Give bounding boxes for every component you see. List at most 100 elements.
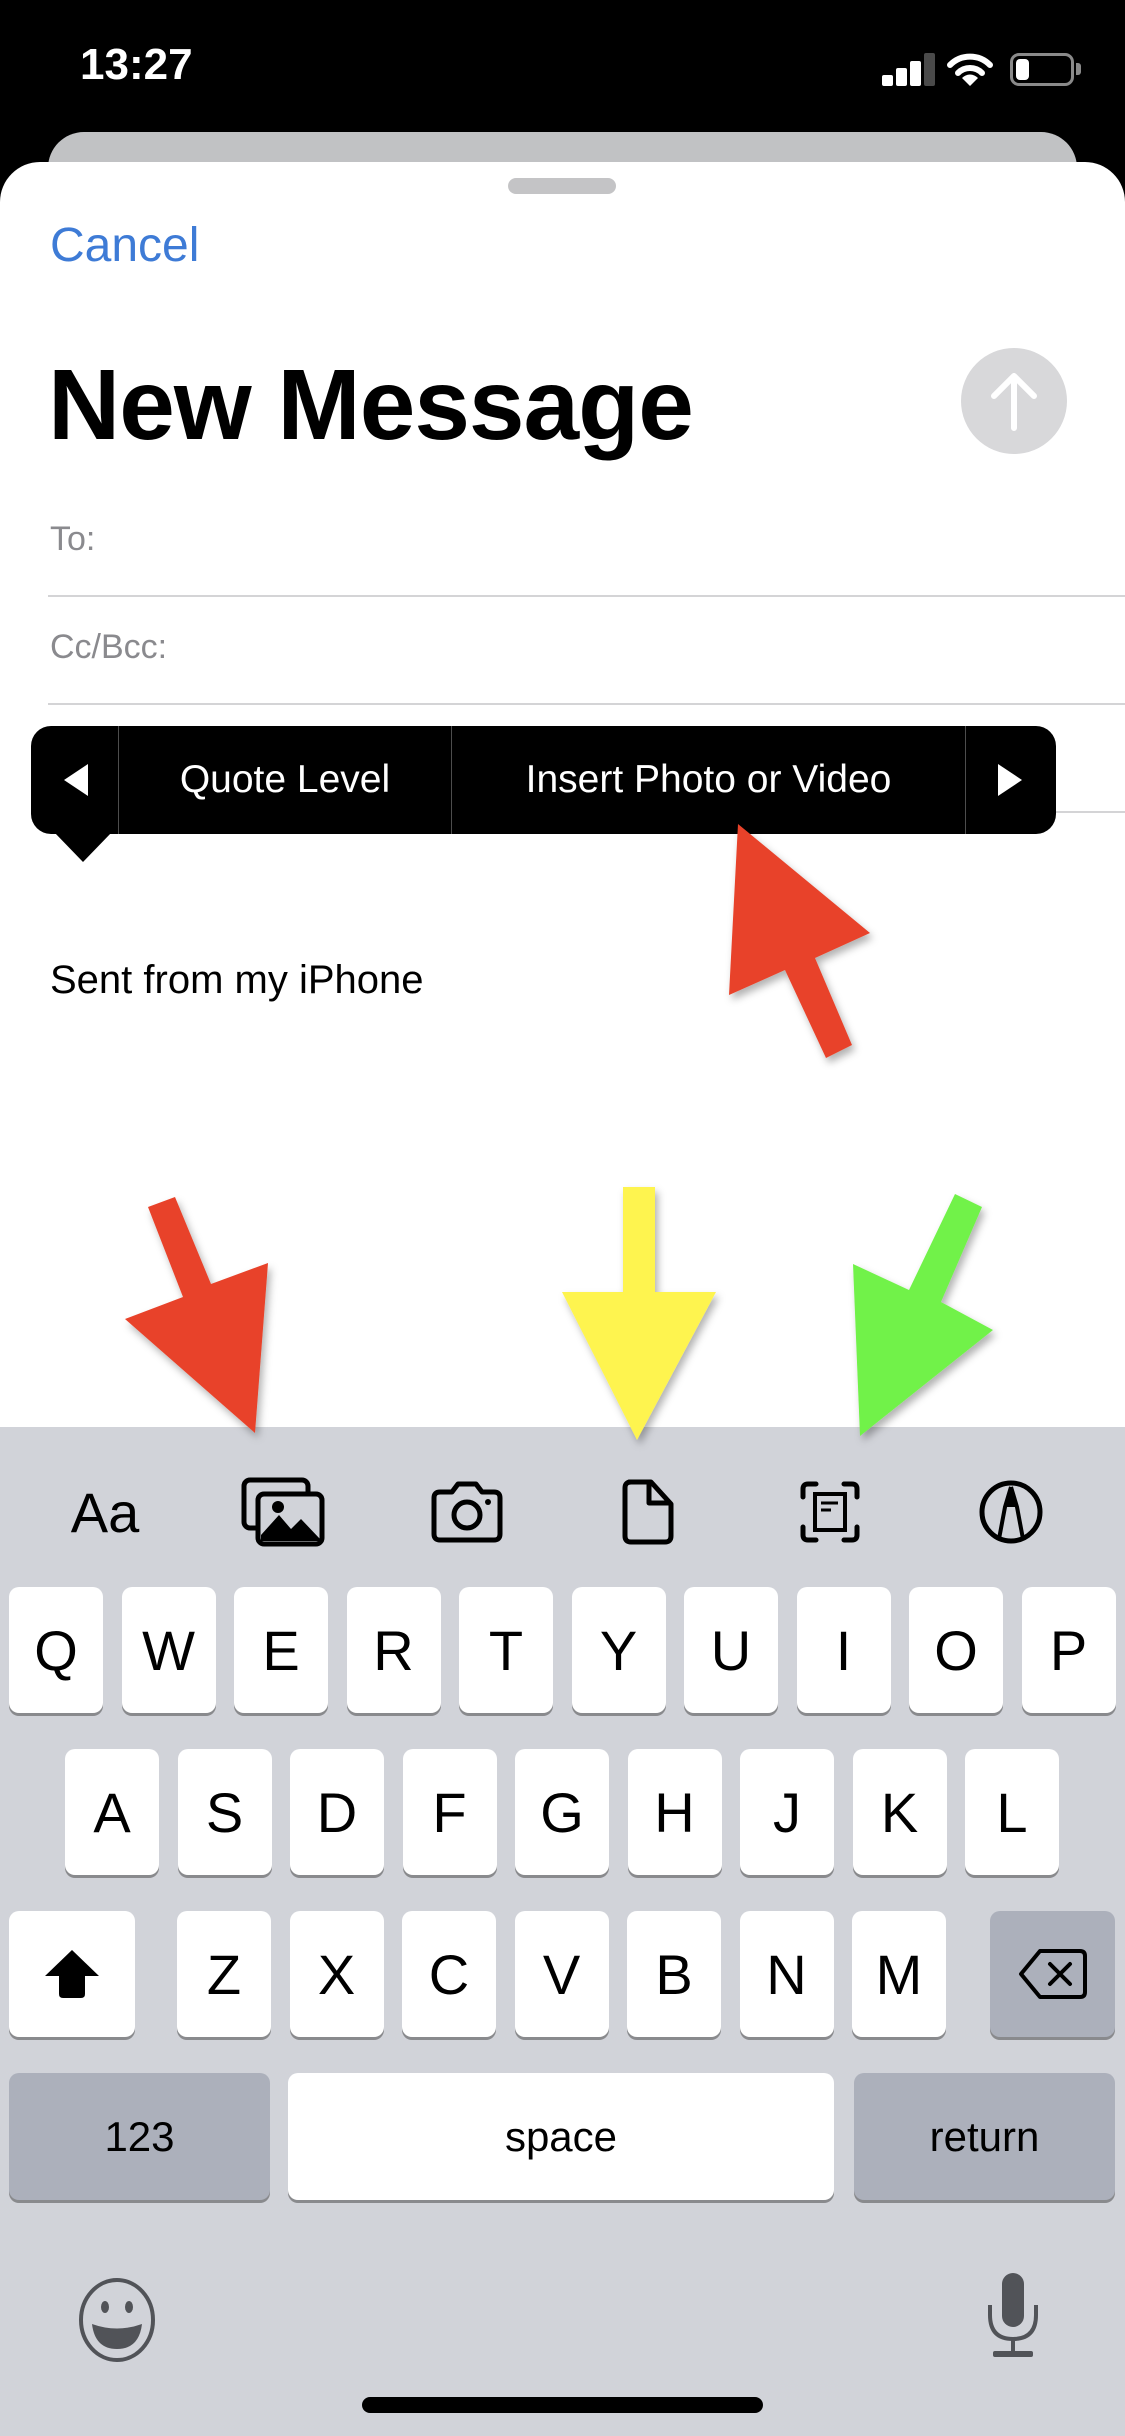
arrow-up-icon (991, 373, 1037, 431)
divider (48, 595, 1125, 597)
key-label: K (880, 1780, 919, 1844)
scan-document-icon (800, 1481, 860, 1543)
emoji-button[interactable] (72, 2275, 162, 2365)
numbers-key[interactable]: 123 (9, 2073, 270, 2200)
battery-nub (1076, 63, 1081, 75)
key-z[interactable]: Z (177, 1911, 271, 2037)
send-button[interactable] (961, 348, 1067, 454)
key-a[interactable]: A (65, 1749, 159, 1875)
signal-bar (910, 61, 921, 86)
home-indicator[interactable] (362, 2397, 763, 2413)
triangle-left-icon (63, 764, 88, 796)
message-signature[interactable]: Sent from my iPhone (50, 958, 424, 1003)
edit-menu-item-quote-level[interactable]: Quote Level (119, 726, 452, 834)
key-n[interactable]: N (739, 1911, 834, 2037)
text-format-icon: Aa (70, 1480, 140, 1544)
key-label: B (655, 1942, 693, 2006)
delete-key[interactable] (990, 1911, 1115, 2037)
photo-library-icon (241, 1477, 325, 1547)
key-label: T (488, 1618, 524, 1682)
key-o[interactable]: O (909, 1587, 1003, 1713)
toolbar-attach-file-button[interactable] (593, 1457, 703, 1567)
key-i[interactable]: I (796, 1587, 891, 1713)
key-label: F (432, 1780, 467, 1844)
key-k[interactable]: K (852, 1749, 947, 1875)
key-label: W (142, 1618, 195, 1682)
edit-menu: Quote Level Insert Photo or Video (31, 726, 1056, 834)
key-label: N (766, 1942, 807, 2006)
edit-menu-next-button[interactable] (966, 726, 1056, 834)
to-field-input[interactable] (120, 505, 1120, 585)
toolbar-text-format-button[interactable]: Aa (50, 1457, 160, 1567)
key-label: return (929, 2112, 1040, 2160)
key-p[interactable]: P (1021, 1587, 1116, 1713)
battery-level (1016, 59, 1030, 80)
key-label: Y (599, 1618, 638, 1682)
signal-bar (924, 53, 935, 86)
key-y[interactable]: Y (571, 1587, 666, 1713)
key-l[interactable]: L (965, 1749, 1059, 1875)
cc-bcc-field-label: Cc/Bcc: (50, 628, 168, 666)
key-v[interactable]: V (514, 1911, 609, 2037)
key-label: L (996, 1780, 1028, 1844)
cancel-button[interactable]: Cancel (50, 218, 199, 273)
key-b[interactable]: B (627, 1911, 721, 2037)
key-w[interactable]: W (121, 1587, 216, 1713)
emoji-icon (79, 2278, 155, 2362)
battery-icon (1010, 53, 1074, 86)
key-x[interactable]: X (289, 1911, 384, 2037)
key-g[interactable]: G (515, 1749, 609, 1875)
key-label: U (710, 1618, 752, 1682)
key-u[interactable]: U (684, 1587, 778, 1713)
return-key[interactable]: return (854, 2073, 1115, 2200)
space-key[interactable]: space (288, 2073, 834, 2200)
key-label: C (428, 1942, 470, 2006)
key-label: G (540, 1780, 584, 1844)
toolbar-photo-library-button[interactable] (228, 1457, 338, 1567)
key-d[interactable]: D (290, 1749, 384, 1875)
key-label: D (316, 1780, 358, 1844)
toolbar-camera-button[interactable] (412, 1457, 522, 1567)
key-t[interactable]: T (459, 1587, 553, 1713)
shift-key[interactable] (9, 1911, 135, 2037)
key-f[interactable]: F (402, 1749, 497, 1875)
page-title: New Message (48, 349, 694, 461)
key-h[interactable]: H (627, 1749, 722, 1875)
toolbar-scan-document-button[interactable] (775, 1457, 885, 1567)
key-label: M (875, 1942, 923, 2006)
key-e[interactable]: E (234, 1587, 328, 1713)
toolbar-markup-button[interactable] (956, 1457, 1066, 1567)
triangle-right-icon (998, 764, 1022, 796)
delete-icon (1018, 1949, 1087, 1999)
key-j[interactable]: J (740, 1749, 834, 1875)
key-label: E (262, 1618, 300, 1682)
key-c[interactable]: C (402, 1911, 496, 2037)
key-label: O (934, 1618, 978, 1682)
key-label: I (835, 1618, 852, 1682)
key-label: J (773, 1780, 801, 1844)
key-r[interactable]: R (346, 1587, 441, 1713)
dictation-button[interactable] (968, 2270, 1058, 2360)
key-label: Z (206, 1942, 242, 2006)
signal-icon (882, 53, 935, 86)
wifi-icon (947, 53, 993, 86)
key-q[interactable]: Q (9, 1587, 103, 1713)
divider (48, 703, 1125, 705)
cc-bcc-field-input[interactable] (180, 613, 1120, 693)
keyboard: Aa QW ERT Y U I O P A S D F G H J K L Z X … (0, 1427, 1125, 2436)
edit-menu-prev-button[interactable] (31, 726, 119, 834)
signal-bar (896, 68, 907, 86)
key-label: Q (34, 1618, 78, 1682)
key-s[interactable]: S (177, 1749, 272, 1875)
key-label: A (93, 1780, 131, 1844)
sheet-grabber[interactable] (508, 178, 616, 194)
key-m[interactable]: M (852, 1911, 946, 2037)
message-body-input[interactable] (0, 880, 1125, 940)
shift-icon (45, 1950, 99, 1998)
key-label: P (1049, 1618, 1088, 1682)
edit-menu-item-insert-photo-or-video[interactable]: Insert Photo or Video (452, 726, 966, 834)
markup-pen-icon (979, 1480, 1043, 1544)
key-label: X (317, 1942, 356, 2006)
key-label: H (654, 1780, 695, 1844)
key-label: S (205, 1780, 244, 1844)
